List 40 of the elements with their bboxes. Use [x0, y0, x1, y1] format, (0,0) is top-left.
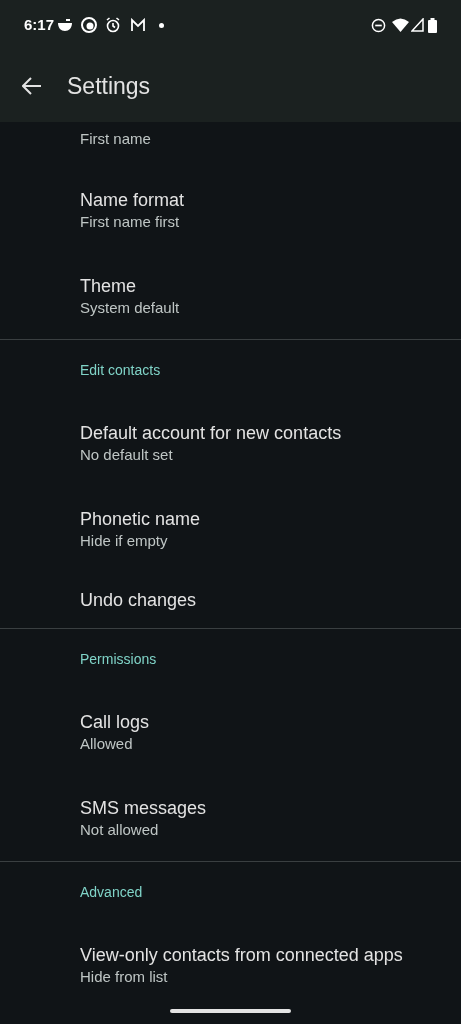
settings-item[interactable]: Undo changes — [0, 572, 461, 628]
back-arrow-icon — [22, 77, 42, 95]
wifi-icon — [392, 18, 409, 32]
status-time: 6:17 — [24, 14, 55, 35]
item-title: Name format — [80, 189, 186, 212]
item-title: Theme — [80, 275, 138, 298]
settings-item[interactable]: First name — [0, 122, 461, 167]
settings-item[interactable]: Call logs Allowed — [0, 689, 461, 775]
item-summary: Hide if empty — [80, 531, 169, 551]
item-summary: First name — [80, 130, 151, 147]
item-summary: First name first — [80, 212, 181, 232]
item-title: Call logs — [80, 711, 151, 734]
signal-icon — [411, 18, 424, 32]
app-icon — [81, 17, 98, 33]
settings-item[interactable]: View-only contacts from connected apps Hide from list — [0, 922, 461, 1008]
alarm-icon — [105, 17, 122, 33]
mail-icon — [130, 18, 147, 32]
item-title: Undo changes — [80, 589, 198, 612]
item-title: SMS messages — [80, 797, 208, 820]
section-header: Advanced — [80, 882, 143, 902]
settings-item[interactable]: Default account for new contacts No default set — [0, 400, 461, 486]
item-summary: System default — [80, 298, 181, 318]
battery-icon — [428, 17, 437, 33]
cooking-pot-icon — [57, 18, 74, 32]
settings-item[interactable]: Name format First name first — [0, 167, 461, 253]
item-summary: Not allowed — [80, 820, 160, 840]
settings-item[interactable]: SMS messages Not allowed — [0, 775, 461, 861]
dot-icon — [159, 22, 165, 28]
item-summary: Hide from list — [80, 967, 169, 987]
item-title: Default account for new contacts — [80, 422, 343, 445]
do-not-disturb-icon — [371, 17, 386, 33]
settings-item[interactable]: Phonetic name Hide if empty — [0, 486, 461, 572]
item-title: View-only contacts from connected apps — [80, 944, 404, 967]
item-summary: No default set — [80, 445, 174, 465]
screen-title: Settings — [67, 71, 151, 101]
settings-item[interactable]: Theme System default — [0, 253, 461, 339]
section-header: Edit contacts — [80, 360, 161, 380]
item-title: Phonetic name — [80, 508, 202, 531]
item-summary: Allowed — [80, 734, 134, 754]
section-header: Permissions — [80, 649, 157, 669]
